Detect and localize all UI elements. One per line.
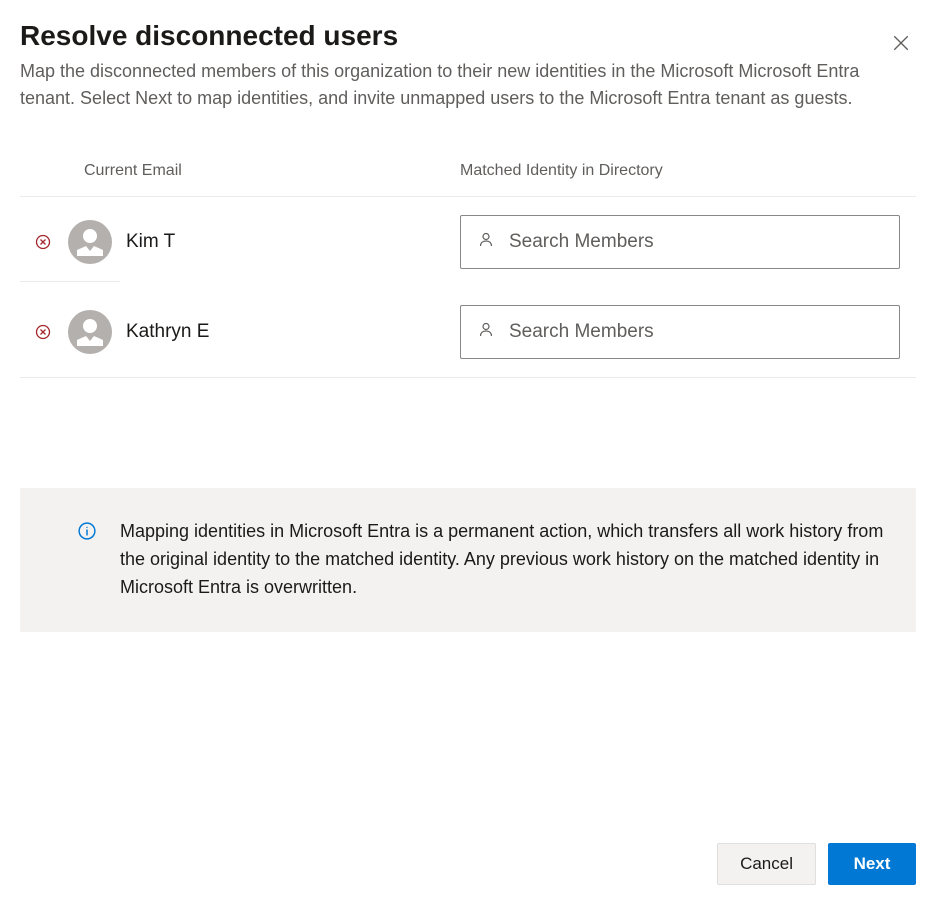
dialog-subtitle: Map the disconnected members of this org… — [20, 58, 866, 112]
row-divider — [20, 281, 120, 282]
search-cell — [460, 215, 916, 269]
dialog-header: Resolve disconnected users Map the disco… — [20, 20, 916, 112]
info-text: Mapping identities in Microsoft Entra is… — [120, 518, 884, 602]
scroll-spacer — [20, 378, 916, 432]
users-scroll-area: Current Email Matched Identity in Direct… — [20, 152, 916, 432]
avatar-icon — [68, 220, 112, 264]
resolve-disconnected-users-dialog: Resolve disconnected users Map the disco… — [0, 0, 936, 901]
next-button[interactable]: Next — [828, 843, 916, 885]
user-name: Kathryn E — [126, 321, 456, 343]
error-icon — [20, 234, 56, 250]
person-search-icon — [477, 321, 509, 344]
search-members-field[interactable] — [460, 305, 900, 359]
user-left-cell: Kim T — [20, 220, 460, 264]
error-icon — [20, 324, 56, 340]
user-left-cell: Kathryn E — [20, 310, 460, 354]
person-search-icon — [477, 231, 509, 254]
close-button[interactable] — [886, 28, 916, 61]
user-row: Kim T — [20, 197, 916, 287]
users-table[interactable]: Current Email Matched Identity in Direct… — [20, 152, 916, 432]
avatar-icon — [68, 310, 112, 354]
dialog-footer: Cancel Next — [717, 843, 916, 885]
info-banner: Mapping identities in Microsoft Entra is… — [20, 488, 916, 632]
search-members-input[interactable] — [509, 231, 883, 253]
close-icon — [892, 40, 910, 55]
search-members-input[interactable] — [509, 321, 883, 343]
column-header-identity: Matched Identity in Directory — [460, 162, 916, 180]
cancel-button[interactable]: Cancel — [717, 843, 816, 885]
user-name: Kim T — [126, 231, 456, 253]
search-members-field[interactable] — [460, 215, 900, 269]
column-header-email: Current Email — [20, 162, 460, 180]
search-cell — [460, 305, 916, 359]
dialog-title: Resolve disconnected users — [20, 20, 866, 52]
table-header-row: Current Email Matched Identity in Direct… — [20, 152, 916, 197]
user-row: Kathryn E — [20, 287, 916, 377]
info-icon — [78, 522, 96, 545]
